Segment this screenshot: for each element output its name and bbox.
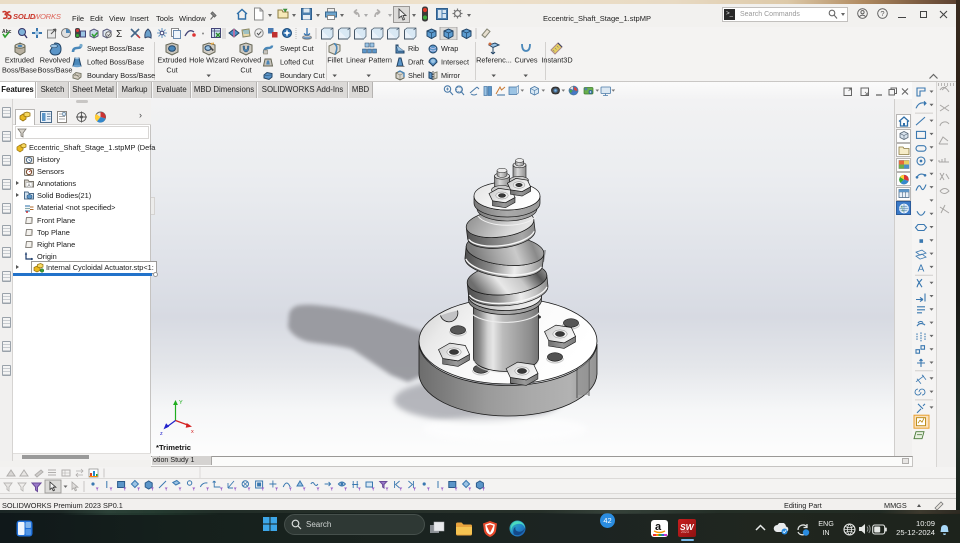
svg-text:?: ? [880,9,884,18]
svg-text:Instant3D: Instant3D [541,56,572,65]
svg-text:Mirror: Mirror [441,71,461,80]
svg-text:Cut: Cut [240,66,251,75]
svg-text:Σ: Σ [116,29,122,40]
svg-text:z: z [160,431,163,437]
svg-text:Extruded: Extruded [157,56,186,65]
svg-text:Draft: Draft [408,58,424,67]
svg-text:Linear Pattern: Linear Pattern [346,56,392,65]
svg-text:Boundary Cut: Boundary Cut [280,71,325,80]
svg-text:Intersect: Intersect [441,58,469,67]
svg-text:Boss/Base: Boss/Base [38,66,73,75]
svg-text:Lofted Cut: Lofted Cut [280,58,314,67]
svg-text:Y: Y [179,400,183,406]
svg-text:x: x [191,429,194,435]
svg-text:Extruded: Extruded [5,56,34,65]
svg-text:Shell: Shell [408,71,425,80]
svg-text:Revolved: Revolved [40,56,70,65]
svg-text:Wrap: Wrap [441,44,458,53]
svg-text:Referenc...: Referenc... [476,56,512,65]
svg-text:A: A [27,183,30,188]
svg-text:A: A [918,263,925,274]
svg-text:Boss/Base: Boss/Base [2,66,37,75]
svg-text:WORKS: WORKS [33,12,61,21]
svg-text:Swept Boss/Base: Swept Boss/Base [87,44,144,53]
svg-text:Swept Cut: Swept Cut [280,44,314,53]
svg-text:Rib: Rib [408,44,419,53]
svg-text:Lofted Boss/Base: Lofted Boss/Base [87,58,144,67]
svg-text:Boundary Boss/Base: Boundary Boss/Base [87,71,155,80]
svg-text:Hole Wizard: Hole Wizard [189,56,229,65]
svg-text:Revolved: Revolved [231,56,261,65]
svg-text:Fillet: Fillet [327,56,342,65]
svg-text:Cut: Cut [166,66,177,75]
svg-text:Curves: Curves [514,56,537,65]
